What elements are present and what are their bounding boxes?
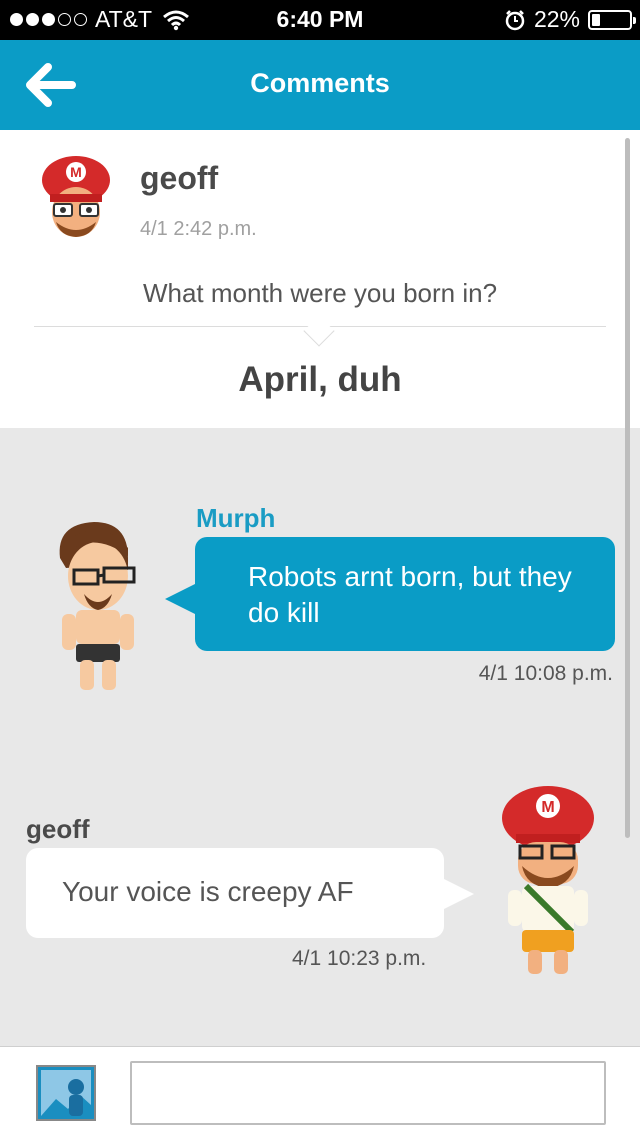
image-icon[interactable] — [36, 1065, 96, 1121]
divider-notch — [303, 315, 335, 347]
battery-icon — [588, 9, 636, 30]
comment-input[interactable] — [130, 1061, 606, 1125]
comment-author[interactable]: Murph — [196, 503, 275, 534]
comment-composer — [0, 1046, 640, 1136]
alarm-icon — [505, 9, 525, 30]
comment-bubble: Robots arnt born, but they do kill — [165, 537, 615, 651]
svg-text:M: M — [541, 799, 554, 816]
author-avatar[interactable]: M — [36, 154, 116, 238]
battery-percent: 22% — [533, 6, 580, 32]
header-bar: Comments — [0, 40, 640, 130]
comment-author[interactable]: geoff — [26, 814, 90, 845]
original-post: M geoff 4/1 2:42 p.m. What month were yo… — [0, 130, 640, 428]
geoff-avatar[interactable]: M — [496, 782, 600, 982]
page-title: Comments — [250, 68, 390, 98]
post-author[interactable]: geoff — [140, 160, 218, 197]
status-bar: AT&T 6:40 PM 22% — [0, 0, 640, 40]
post-answer: April, duh — [238, 360, 402, 399]
post-timestamp: 4/1 2:42 p.m. — [140, 218, 257, 240]
post-question: What month were you born in? — [142, 278, 498, 308]
svg-text:M: M — [70, 164, 82, 180]
comment-text: Robots arnt born, but they do kill — [248, 561, 572, 628]
comment-bubble: Your voice is creepy AF — [26, 848, 474, 938]
comment-timestamp: 4/1 10:23 p.m. — [292, 947, 427, 970]
comment-timestamp: 4/1 10:08 p.m. — [478, 662, 613, 685]
comments-screen: AT&T 6:40 PM 22% Comments M geoff 4/1 2:… — [0, 0, 640, 1136]
scrollbar[interactable] — [625, 138, 630, 838]
comment-text: Your voice is creepy AF — [62, 876, 354, 907]
murph-avatar[interactable] — [46, 518, 158, 698]
